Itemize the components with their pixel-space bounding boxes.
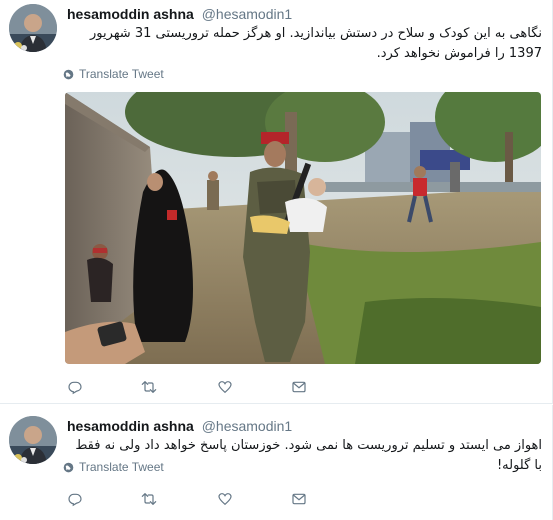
translate-label: Translate Tweet [79, 460, 164, 474]
translate-tweet-link[interactable]: Translate Tweet [63, 460, 164, 474]
avatar[interactable] [9, 416, 57, 464]
user-handle[interactable]: @hesamodin1 [202, 418, 293, 434]
like-button[interactable] [216, 378, 234, 396]
avatar[interactable] [9, 4, 57, 52]
tweet-actions [66, 490, 326, 508]
retweet-button[interactable] [140, 378, 158, 396]
tweet[interactable]: hesamoddin ashna @hesamodin1 اهواز می ای… [0, 405, 553, 520]
direct-message-button[interactable] [290, 490, 308, 508]
reply-icon [68, 381, 82, 395]
heart-icon [218, 381, 232, 394]
direct-message-icon [292, 493, 306, 505]
tweet[interactable]: hesamoddin ashna @hesamodin1 نگاهی به ای… [0, 0, 553, 404]
tweet-header: hesamoddin ashna @hesamodin1 [67, 5, 292, 23]
tweet-actions [66, 378, 326, 396]
translate-tweet-link[interactable]: Translate Tweet [63, 67, 164, 81]
tweet-header: hesamoddin ashna @hesamodin1 [67, 417, 292, 435]
retweet-button[interactable] [140, 490, 158, 508]
translate-label: Translate Tweet [79, 67, 164, 81]
heart-icon [218, 493, 232, 506]
tweet-photo[interactable] [65, 92, 541, 364]
display-name[interactable]: hesamoddin ashna [67, 6, 194, 22]
globe-icon [63, 462, 74, 472]
retweet-icon [141, 381, 157, 393]
direct-message-icon [292, 381, 306, 393]
user-handle[interactable]: @hesamodin1 [202, 6, 293, 22]
display-name[interactable]: hesamoddin ashna [67, 418, 194, 434]
like-button[interactable] [216, 490, 234, 508]
retweet-icon [141, 493, 157, 505]
tweet-text: نگاهی به این کودک و سلاح در دستش بیانداز… [90, 26, 542, 61]
direct-message-button[interactable] [290, 378, 308, 396]
reply-icon [68, 493, 82, 507]
reply-button[interactable] [66, 378, 84, 396]
globe-icon [63, 69, 74, 79]
reply-button[interactable] [66, 490, 84, 508]
